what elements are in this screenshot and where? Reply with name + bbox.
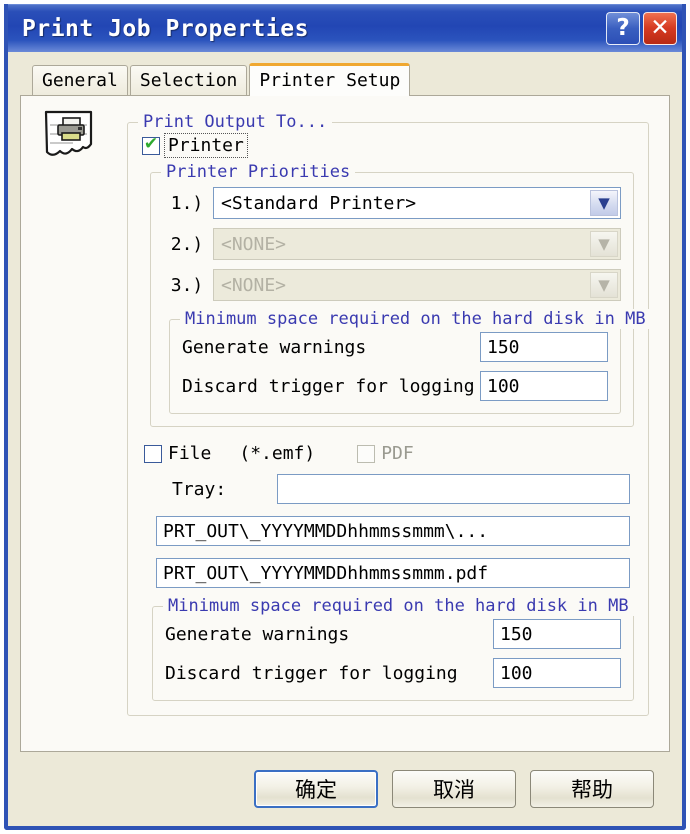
priority-1-value: <Standard Printer>	[221, 192, 417, 214]
discard-trigger-input[interactable]: 100	[493, 658, 621, 688]
generate-warnings-label: Generate warnings	[182, 336, 367, 358]
tab-selection[interactable]: Selection	[129, 65, 248, 95]
minspace-file-row-discard: Discard trigger for logging 100	[165, 658, 621, 688]
check-icon: ✔	[143, 134, 159, 154]
pdf-checkbox-row: PDF	[357, 443, 414, 464]
discard-trigger-input[interactable]: 100	[480, 371, 608, 401]
group-minspace-printer: Minimum space required on the hard disk …	[169, 309, 651, 414]
printer-checkbox-label[interactable]: Printer	[164, 133, 248, 158]
chevron-down-icon: ▼	[590, 272, 618, 298]
chevron-down-icon[interactable]: ▼	[590, 190, 618, 216]
tab-panel-printer-setup: Print Output To... ✔ Printer Printer Pri…	[20, 95, 670, 752]
priority-3-dropdown: <NONE> ▼	[213, 269, 621, 301]
printer-checkbox-row[interactable]: ✔ Printer	[142, 133, 634, 158]
printer-checkbox[interactable]: ✔	[142, 134, 160, 155]
printer-document-icon	[43, 110, 101, 166]
tab-general[interactable]: General	[32, 65, 128, 95]
help-button[interactable]: 帮助	[530, 770, 654, 808]
dialog-footer: 确定 取消 帮助	[20, 752, 670, 826]
file-checkbox-label[interactable]: File	[168, 443, 211, 464]
generate-warnings-label: Generate warnings	[165, 623, 350, 645]
file-checkbox[interactable]	[144, 444, 162, 463]
group-legend-minspace-file: Minimum space required on the hard disk …	[163, 596, 634, 616]
priority-row-3: 3.) <NONE> ▼	[161, 269, 621, 301]
ok-button[interactable]: 确定	[254, 770, 378, 808]
dialog-window: Print Job Properties ? ✕ General Selecti…	[4, 4, 686, 830]
discard-trigger-label: Discard trigger for logging	[182, 375, 475, 397]
group-printer-priorities: Printer Priorities 1.) <Standard Printer…	[150, 162, 651, 427]
priority-2-value: <NONE>	[221, 233, 287, 255]
priority-3-value: <NONE>	[221, 274, 287, 296]
pdf-path-input[interactable]: PRT_OUT\_YYYYMMDDhhmmssmmm.pdf	[156, 558, 630, 588]
minspace-printer-row-warnings: Generate warnings 150	[182, 332, 608, 362]
group-legend-minspace-printer: Minimum space required on the hard disk …	[180, 309, 651, 329]
title-bar: Print Job Properties ? ✕	[8, 4, 682, 52]
pdf-checkbox-label: PDF	[381, 443, 414, 464]
discard-trigger-label: Discard trigger for logging	[165, 662, 458, 684]
cancel-button[interactable]: 取消	[392, 770, 516, 808]
close-icon[interactable]: ✕	[643, 12, 677, 45]
group-legend-printer-priorities: Printer Priorities	[161, 162, 356, 182]
generate-warnings-input[interactable]: 150	[493, 619, 621, 649]
tray-input[interactable]	[277, 474, 630, 504]
tray-row: Tray:	[144, 474, 634, 504]
page-title: Print Job Properties	[22, 15, 309, 42]
generate-warnings-input[interactable]: 150	[480, 332, 608, 362]
group-minspace-file: Minimum space required on the hard disk …	[152, 596, 634, 701]
priority-1-dropdown[interactable]: <Standard Printer> ▼	[213, 187, 621, 219]
titlebar-buttons: ? ✕	[606, 12, 677, 45]
dialog-body: General Selection Printer Setup Print Ou…	[8, 52, 682, 826]
file-checkbox-row: File (*.emf) PDF	[144, 443, 634, 464]
priority-2-dropdown: <NONE> ▼	[213, 228, 621, 260]
minspace-file-row-warnings: Generate warnings 150	[165, 619, 621, 649]
file-output-section: File (*.emf) PDF Tray: PRT_OUT\_YYYYMMDD…	[142, 443, 634, 701]
help-icon[interactable]: ?	[606, 12, 640, 45]
pdf-checkbox	[357, 444, 376, 463]
tab-printer-setup[interactable]: Printer Setup	[249, 63, 411, 96]
group-legend-print-output: Print Output To...	[138, 112, 333, 132]
file-extension-label: (*.emf)	[239, 443, 316, 464]
priority-row-1: 1.) <Standard Printer> ▼	[161, 187, 621, 219]
tab-strip: General Selection Printer Setup	[20, 62, 670, 96]
chevron-down-icon: ▼	[590, 231, 618, 257]
priority-1-number: 1.)	[170, 192, 204, 214]
tray-label: Tray:	[172, 478, 227, 500]
priority-row-2: 2.) <NONE> ▼	[161, 228, 621, 260]
priority-3-number: 3.)	[170, 274, 204, 296]
emf-path-input[interactable]: PRT_OUT\_YYYYMMDDhhmmssmmm\...	[156, 516, 630, 546]
priority-2-number: 2.)	[170, 233, 204, 255]
group-print-output-to: Print Output To... ✔ Printer Printer Pri…	[127, 112, 651, 716]
minspace-printer-row-discard: Discard trigger for logging 100	[182, 371, 608, 401]
